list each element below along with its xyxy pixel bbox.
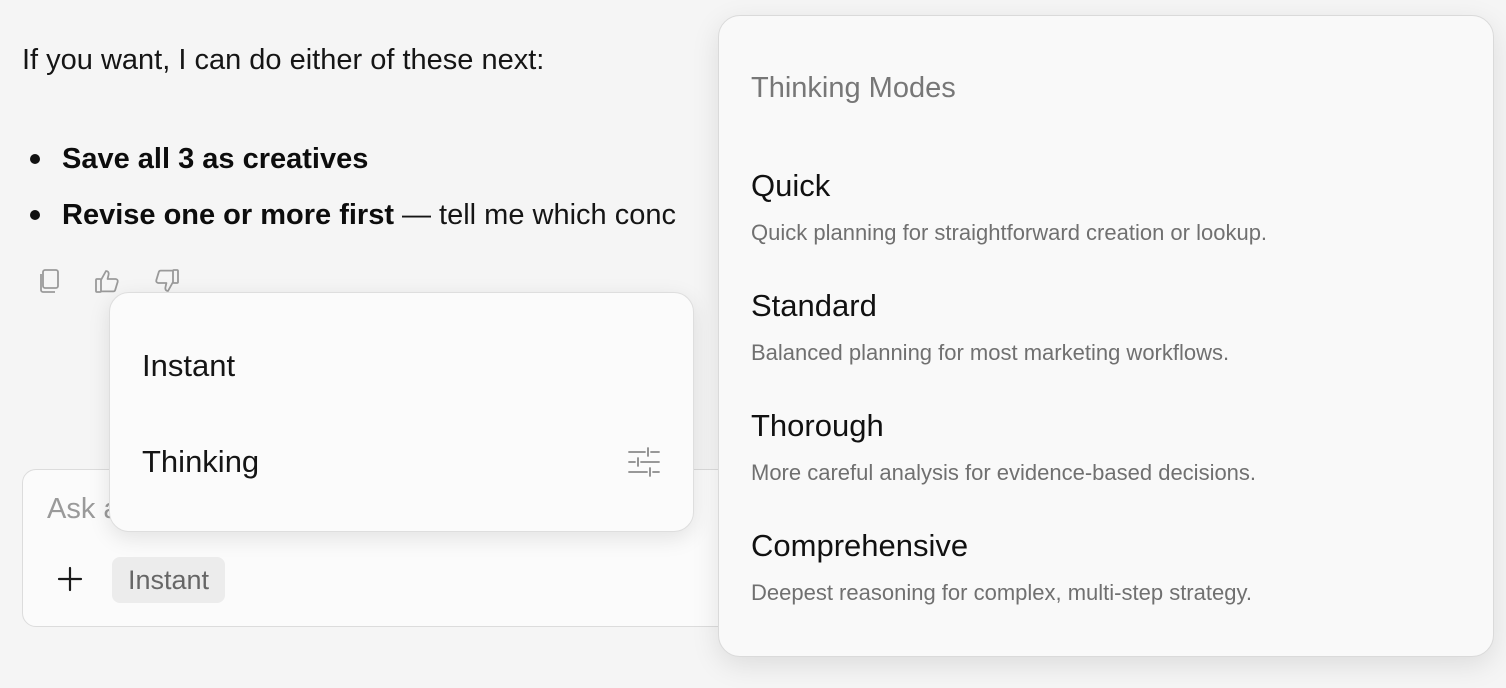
thumbs-down-icon (155, 269, 179, 292)
bullet-dot (30, 154, 40, 164)
option-description: Deepest reasoning for complex, multi-ste… (751, 580, 1252, 605)
menu-item-thinking[interactable]: Thinking (110, 419, 693, 505)
assistant-message-intro: If you want, I can do either of these ne… (22, 44, 545, 76)
list-item: Save all 3 as creatives (30, 131, 676, 187)
tune-sliders-icon[interactable] (627, 445, 661, 479)
option-description: Quick planning for straightforward creat… (751, 220, 1268, 245)
thinking-option-standard[interactable]: Standard Balanced planning for most mark… (719, 282, 1493, 398)
menu-item-instant[interactable]: Instant (110, 323, 693, 409)
option-description: More careful analysis for evidence-based… (751, 460, 1257, 485)
list-item-bold: Revise one or more first (62, 198, 394, 231)
copy-button[interactable] (36, 266, 64, 296)
thinking-option-quick[interactable]: Quick Quick planning for straightforward… (719, 162, 1493, 278)
thumbs-up-icon (95, 270, 119, 293)
option-name: Standard (751, 288, 877, 323)
copy-icon (40, 269, 59, 293)
option-name: Thorough (751, 408, 884, 443)
option-name: Quick (751, 168, 831, 203)
thumbs-up-button[interactable] (94, 266, 122, 296)
thinking-option-comprehensive[interactable]: Comprehensive Deepest reasoning for comp… (719, 522, 1493, 638)
panel-title: Thinking Modes (751, 72, 956, 104)
plus-icon (57, 566, 83, 592)
mode-dropdown-menu: Instant Thinking (109, 292, 694, 532)
menu-item-label: Instant (142, 348, 236, 383)
add-attachment-button[interactable] (53, 562, 87, 596)
mode-selector-button[interactable]: Instant (112, 557, 226, 603)
menu-item-label: Thinking (142, 444, 260, 479)
list-item-bold: Save all 3 as creatives (62, 142, 369, 175)
next-steps-list: Save all 3 as creatives Revise one or mo… (30, 131, 676, 243)
list-item-rest: — tell me which conc (402, 198, 676, 231)
thinking-option-thorough[interactable]: Thorough More careful analysis for evide… (719, 402, 1493, 518)
list-item: Revise one or more first — tell me which… (30, 187, 676, 243)
option-name: Comprehensive (751, 528, 969, 563)
bullet-dot (30, 210, 40, 220)
option-description: Balanced planning for most marketing wor… (751, 340, 1230, 365)
thinking-modes-panel: Thinking Modes Quick Quick planning for … (718, 15, 1494, 657)
